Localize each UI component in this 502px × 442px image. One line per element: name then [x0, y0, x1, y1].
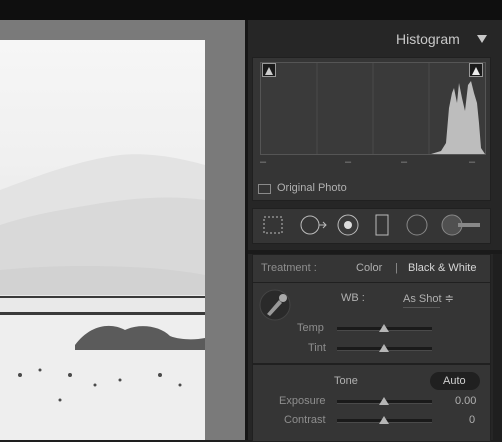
histogram-graph[interactable]: [260, 62, 486, 155]
histogram-chart: [261, 63, 485, 154]
eyedropper-icon[interactable]: [258, 288, 292, 322]
exposure-slider-thumb[interactable]: [379, 397, 389, 405]
photo-preview[interactable]: [0, 40, 205, 440]
wb-underline: [403, 307, 440, 308]
highlight-clipping-icon[interactable]: [469, 63, 483, 77]
treatment-bw-option[interactable]: Black & White: [408, 262, 476, 274]
exposure-value[interactable]: 0.00: [455, 395, 476, 407]
treatment-separator: |: [395, 262, 398, 274]
collapse-triangle-icon[interactable]: [477, 35, 487, 43]
adjustment-brush-icon[interactable]: [440, 213, 484, 237]
histogram-title: Histogram: [396, 31, 460, 47]
panel-scrollbar[interactable]: [493, 254, 502, 440]
hist-tick-2: –: [345, 156, 352, 168]
hist-tick-3: –: [401, 156, 408, 168]
treatment-label: Treatment :: [261, 262, 317, 274]
radial-filter-icon[interactable]: [405, 213, 429, 237]
temp-slider-thumb[interactable]: [379, 324, 389, 332]
landscape-image: [0, 154, 205, 440]
temp-label: Temp: [297, 322, 324, 334]
hist-tick-4: –: [469, 156, 476, 168]
wb-dropdown[interactable]: As Shot ≑: [403, 292, 454, 305]
contrast-slider-thumb[interactable]: [379, 416, 389, 424]
original-photo-label: Original Photo: [277, 182, 347, 194]
contrast-label: Contrast: [284, 414, 326, 426]
contrast-value[interactable]: 0: [469, 414, 475, 426]
tint-slider-thumb[interactable]: [379, 344, 389, 352]
shadow-clipping-icon[interactable]: [262, 63, 276, 77]
graduated-filter-icon[interactable]: [370, 213, 394, 237]
crop-overlay-icon[interactable]: [261, 213, 285, 237]
exposure-label: Exposure: [279, 395, 326, 407]
hist-tick-1: –: [260, 156, 267, 168]
treatment-color-option[interactable]: Color: [356, 262, 382, 274]
red-eye-icon[interactable]: [336, 213, 360, 237]
top-bar: [0, 0, 502, 21]
wb-label: WB :: [341, 292, 365, 304]
spot-removal-icon[interactable]: [299, 213, 327, 237]
auto-button-label: Auto: [443, 375, 466, 387]
original-photo-checkbox[interactable]: [258, 184, 271, 194]
tone-label: Tone: [334, 375, 358, 387]
panel-divider: [245, 20, 248, 440]
tint-label: Tint: [308, 342, 326, 354]
